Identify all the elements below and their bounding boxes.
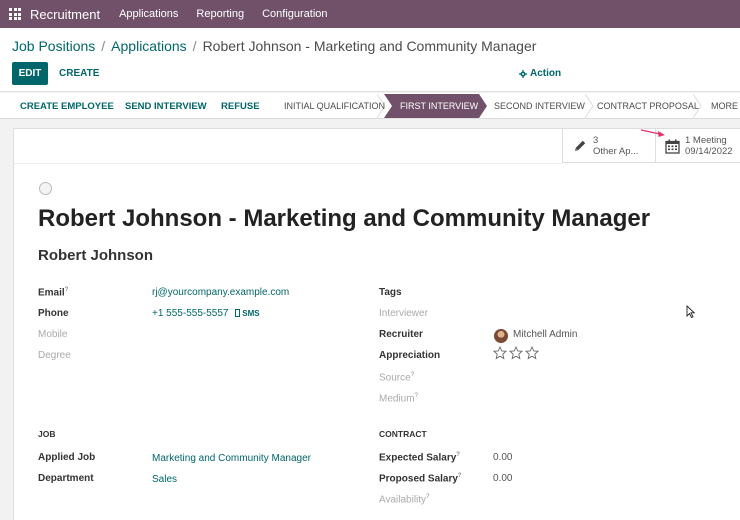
phone-value[interactable]: +1 555-555-5557 bbox=[152, 308, 228, 319]
degree-label: Degree bbox=[38, 350, 71, 361]
proposed-salary-value[interactable]: 0.00 bbox=[493, 473, 512, 484]
breadcrumb-separator: / bbox=[101, 38, 106, 54]
other-applications-label: Other Ap... bbox=[593, 146, 639, 157]
stage-first-interview[interactable]: FIRST INTERVIEW bbox=[400, 101, 478, 111]
edit-button[interactable]: EDIT bbox=[12, 62, 48, 85]
action-dropdown[interactable]: Action bbox=[519, 68, 561, 79]
breadcrumb-applications[interactable]: Applications bbox=[111, 38, 187, 54]
job-group-title: JOB bbox=[38, 429, 56, 439]
star-icon[interactable] bbox=[509, 346, 523, 360]
breadcrumb-job-positions[interactable]: Job Positions bbox=[12, 38, 95, 54]
calendar-icon bbox=[665, 139, 680, 154]
stage-contract-proposal[interactable]: CONTRACT PROPOSAL bbox=[597, 101, 699, 111]
appreciation-stars bbox=[493, 346, 541, 360]
sms-button[interactable]: SMS bbox=[235, 309, 260, 318]
menu-applications[interactable]: Applications bbox=[119, 8, 178, 20]
expected-salary-label: Expected Salary? bbox=[379, 452, 460, 464]
interviewer-label: Interviewer bbox=[379, 308, 428, 319]
department-value[interactable]: Sales bbox=[152, 474, 177, 485]
help-icon[interactable]: ? bbox=[426, 494, 429, 500]
sms-label: SMS bbox=[242, 309, 260, 318]
recruiter-avatar bbox=[494, 329, 508, 343]
menu-reporting[interactable]: Reporting bbox=[196, 8, 244, 20]
action-label: Action bbox=[530, 68, 562, 79]
stage-second-interview[interactable]: SECOND INTERVIEW bbox=[494, 101, 585, 111]
status-bar: CREATE EMPLOYEE SEND INTERVIEW REFUSE IN… bbox=[0, 93, 740, 119]
applied-job-value[interactable]: Marketing and Community Manager bbox=[152, 453, 311, 464]
department-label: Department bbox=[38, 473, 94, 484]
help-icon[interactable]: ? bbox=[411, 372, 414, 378]
breadcrumb: Job Positions / Applications / Robert Jo… bbox=[12, 38, 536, 54]
star-icon[interactable] bbox=[493, 346, 507, 360]
pencil-icon bbox=[575, 140, 586, 151]
app-brand[interactable]: Recruitment bbox=[30, 7, 100, 22]
control-panel: Job Positions / Applications / Robert Jo… bbox=[0, 28, 740, 92]
proposed-salary-label: Proposed Salary? bbox=[379, 473, 462, 485]
apps-grid-icon[interactable] bbox=[9, 8, 21, 20]
mouse-cursor-icon bbox=[686, 305, 695, 318]
help-icon[interactable]: ? bbox=[415, 393, 418, 399]
star-icon[interactable] bbox=[525, 346, 539, 360]
top-navbar: Recruitment Applications Reporting Confi… bbox=[0, 0, 740, 28]
medium-label: Medium? bbox=[379, 393, 418, 405]
refuse-button[interactable]: REFUSE bbox=[221, 101, 260, 112]
create-button[interactable]: CREATE bbox=[59, 68, 99, 79]
priority-toggle[interactable] bbox=[39, 182, 52, 195]
mobile-icon bbox=[235, 309, 240, 317]
mobile-label: Mobile bbox=[38, 329, 68, 340]
email-value[interactable]: rj@yourcompany.example.com bbox=[152, 287, 289, 298]
help-icon[interactable]: ? bbox=[456, 452, 460, 458]
create-employee-button[interactable]: CREATE EMPLOYEE bbox=[20, 101, 114, 112]
annotation-arrow-icon bbox=[640, 129, 665, 137]
tags-label: Tags bbox=[379, 287, 402, 298]
help-icon[interactable]: ? bbox=[65, 287, 69, 293]
recruiter-label: Recruiter bbox=[379, 329, 423, 340]
meeting-count: 1 Meeting bbox=[685, 135, 727, 146]
help-icon[interactable]: ? bbox=[458, 473, 462, 479]
contract-group-title: CONTRACT bbox=[379, 429, 427, 439]
meeting-date: 09/14/2022 bbox=[685, 146, 733, 157]
send-interview-button[interactable]: SEND INTERVIEW bbox=[125, 101, 207, 112]
menu-configuration[interactable]: Configuration bbox=[262, 8, 327, 20]
other-applications-count: 3 bbox=[593, 135, 599, 146]
breadcrumb-separator: / bbox=[192, 38, 197, 54]
form-sheet: 3 Other Ap... 1 Meeting 09/14/2022 Rober… bbox=[13, 128, 740, 520]
email-label: Email? bbox=[38, 287, 69, 299]
meeting-button[interactable]: 1 Meeting 09/14/2022 bbox=[665, 129, 733, 163]
breadcrumb-current: Robert Johnson - Marketing and Community… bbox=[202, 38, 537, 54]
recruiter-value[interactable]: Mitchell Admin bbox=[513, 329, 577, 340]
appreciation-label: Appreciation bbox=[379, 350, 441, 361]
stage-initial-qualification[interactable]: INITIAL QUALIFICATION bbox=[284, 101, 385, 111]
applicant-name[interactable]: Robert Johnson bbox=[38, 247, 153, 264]
phone-label: Phone bbox=[38, 308, 69, 319]
record-title[interactable]: Robert Johnson - Marketing and Community… bbox=[38, 205, 650, 233]
stage-divider bbox=[584, 94, 594, 118]
applied-job-label: Applied Job bbox=[38, 452, 96, 463]
stage-more-dropdown[interactable]: MORE bbox=[711, 101, 738, 111]
source-label: Source? bbox=[379, 372, 415, 384]
other-applications-button[interactable]: 3 Other Ap... bbox=[573, 129, 638, 163]
availability-label: Availability? bbox=[379, 494, 430, 506]
expected-salary-value[interactable]: 0.00 bbox=[493, 452, 512, 463]
sheet-header-separator bbox=[14, 163, 562, 164]
gear-icon bbox=[519, 69, 527, 78]
